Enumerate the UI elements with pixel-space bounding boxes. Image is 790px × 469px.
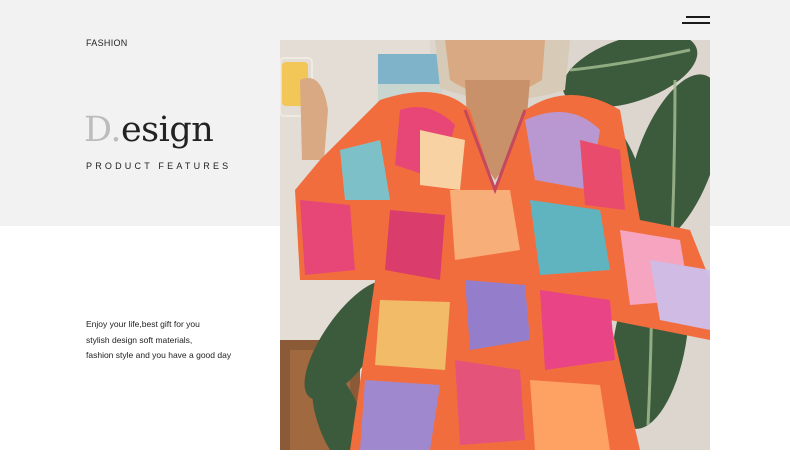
title-rest: esign (120, 110, 214, 150)
title-initial: D. (84, 110, 121, 150)
menu-icon-line (682, 22, 710, 24)
page: FASHION D.esign PRODUCT FEATURES Enjoy y… (0, 0, 790, 469)
tagline-line: Enjoy your life,best gift for you (86, 319, 200, 329)
category-label: FASHION (86, 38, 128, 48)
product-photo-art (280, 40, 710, 450)
product-photo (280, 40, 710, 450)
tagline-line: stylish design soft materials, (86, 334, 193, 345)
menu-icon-line (686, 16, 710, 18)
subtitle: PRODUCT FEATURES (86, 161, 232, 171)
tagline-line: fashion style and you have a good day (86, 350, 232, 360)
menu-icon[interactable] (682, 15, 710, 27)
page-title: D.esign (84, 108, 214, 152)
tagline: Enjoy your life,best gift for you stylis… (86, 317, 276, 364)
